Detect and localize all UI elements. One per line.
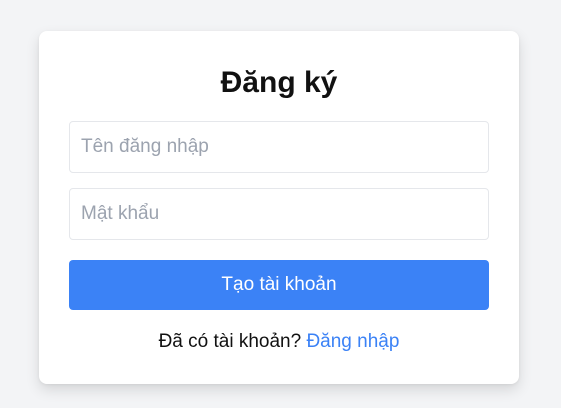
login-prompt-text: Đã có tài khoản?: [158, 331, 302, 352]
create-account-button[interactable]: Tạo tài khoản: [69, 260, 489, 310]
username-input[interactable]: [69, 121, 489, 173]
login-link[interactable]: Đăng nhập: [306, 331, 399, 352]
login-prompt: Đã có tài khoản? Đăng nhập: [39, 329, 519, 355]
password-input[interactable]: [69, 188, 489, 240]
page-title: Đăng ký: [220, 66, 338, 99]
register-card: Đăng ký Tạo tài khoản Đã có tài khoản? Đ…: [39, 31, 519, 384]
